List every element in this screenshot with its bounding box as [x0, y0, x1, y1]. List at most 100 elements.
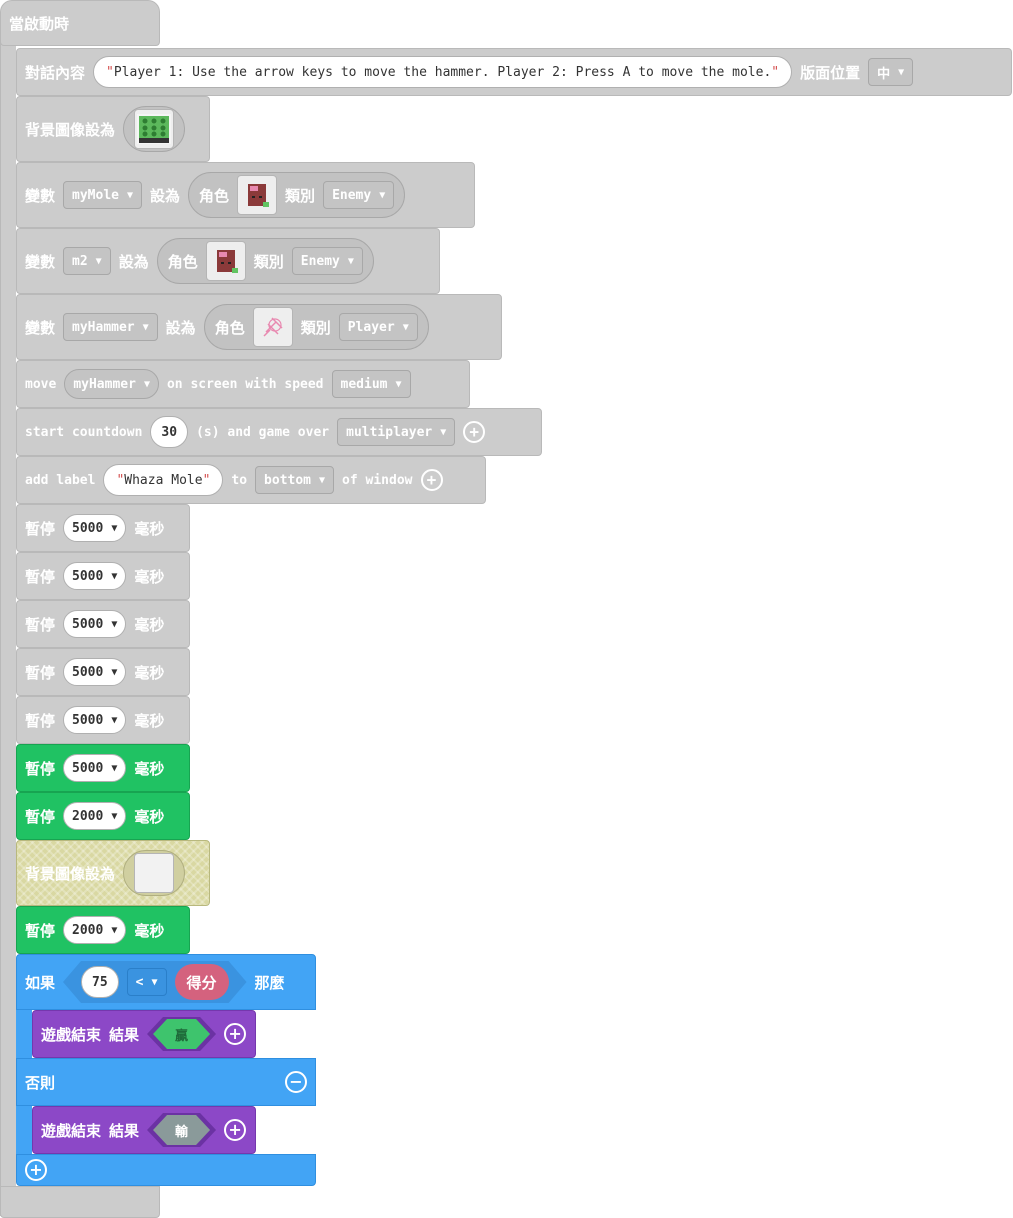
dialog-label: 對話內容	[25, 63, 86, 82]
kind-dropdown[interactable]: Player ▼	[338, 313, 418, 341]
sprite-create-pill[interactable]: 角色 類別 Enemy ▼	[188, 172, 406, 218]
sprite-thumbnail[interactable]	[252, 307, 293, 347]
move-mid-label: on screen with speed	[166, 376, 324, 392]
set-variable-myhammer-block[interactable]: 變數 myHammer ▼ 設為 角色 類別 Player ▼	[16, 294, 502, 360]
dialog-text-input[interactable]: " Player 1: Use the arrow keys to move t…	[93, 56, 793, 88]
pause-ms-value: 5000	[72, 664, 104, 680]
background-image-picker[interactable]	[123, 106, 186, 152]
kind-value: Enemy	[300, 253, 340, 269]
pause-block[interactable]: 暫停 5000 ▼ 毫秒	[16, 696, 190, 744]
pause-ms-dropdown[interactable]: 5000 ▼	[63, 754, 127, 782]
result-selector[interactable]: 贏	[147, 1017, 216, 1051]
speed-dropdown[interactable]: medium ▼	[331, 370, 411, 398]
pause-label: 暫停	[25, 711, 56, 730]
ms-unit-label: 毫秒	[134, 807, 165, 826]
sprite-thumbnail[interactable]	[205, 241, 246, 281]
pause-ms-value: 5000	[72, 616, 104, 632]
pause-ms-dropdown[interactable]: 2000 ▼	[63, 802, 127, 830]
game-over-lose-block[interactable]: 遊戲結束 結果 輸 +	[32, 1106, 256, 1154]
on-start-label: 當啟動時	[9, 14, 70, 33]
pause-block[interactable]: 暫停 5000 ▼ 毫秒	[16, 744, 190, 792]
position-label: 版面位置	[800, 63, 861, 82]
game-over-win-block[interactable]: 遊戲結束 結果 贏 +	[32, 1010, 256, 1058]
plus-icon[interactable]: +	[25, 1159, 47, 1181]
hammer-icon	[263, 317, 283, 337]
set-variable-m2-block[interactable]: 變數 m2 ▼ 設為 角色 類別 Enemy ▼	[16, 228, 440, 294]
variable-dropdown[interactable]: m2 ▼	[63, 247, 111, 275]
kind-dropdown[interactable]: Enemy ▼	[291, 247, 363, 275]
ms-unit-label: 毫秒	[134, 711, 165, 730]
pause-ms-dropdown[interactable]: 5000 ▼	[63, 562, 127, 590]
pause-ms-value: 5000	[72, 520, 104, 536]
quote-close: "	[202, 472, 211, 488]
result-selector[interactable]: 輸	[147, 1113, 216, 1147]
compare-operator-dropdown[interactable]: < ▼	[127, 968, 167, 996]
pause-block[interactable]: 暫停 5000 ▼ 毫秒	[16, 552, 190, 600]
chevron-down-icon: ▼	[111, 618, 118, 630]
if-then-block[interactable]: 如果 75 < ▼ 得分 那麼	[16, 954, 316, 1010]
sprite-label: 角色	[199, 186, 230, 205]
kind-label: 類別	[253, 252, 284, 271]
score-reporter[interactable]: 得分	[175, 964, 229, 1000]
move-label: move	[25, 376, 57, 392]
compare-condition[interactable]: 75 < ▼ 得分	[63, 961, 247, 1003]
label-position-value: bottom	[264, 472, 312, 488]
pause-ms-value: 5000	[72, 568, 104, 584]
plus-icon[interactable]: +	[224, 1023, 247, 1045]
set-label: 設為	[165, 318, 196, 337]
pause-label: 暫停	[25, 807, 56, 826]
set-background-block-disabled[interactable]: 背景圖像設為	[16, 840, 210, 906]
variable-dropdown[interactable]: myMole ▼	[63, 181, 143, 209]
plus-icon[interactable]: +	[224, 1119, 247, 1141]
grass-holes-icon	[137, 114, 172, 144]
pause-ms-dropdown[interactable]: 5000 ▼	[63, 658, 127, 686]
pause-ms-dropdown[interactable]: 2000 ▼	[63, 916, 127, 944]
label-text-input[interactable]: " Whaza Mole "	[103, 464, 224, 496]
background-image-picker[interactable]	[123, 850, 186, 896]
set-background-block[interactable]: 背景圖像設為	[16, 96, 210, 162]
move-sprite-block[interactable]: move myHammer ▼ on screen with speed medi…	[16, 360, 470, 408]
result-label: 結果	[109, 1121, 140, 1140]
sprite-create-pill[interactable]: 角色 類別 Enemy ▼	[156, 238, 374, 284]
set-label: 設為	[118, 252, 149, 271]
pause-label: 暫停	[25, 567, 56, 586]
sprite-create-pill[interactable]: 角色 類別 Player ▼	[203, 304, 429, 350]
else-block[interactable]: 否則 −	[16, 1058, 316, 1106]
variable-dropdown[interactable]: myHammer ▼	[63, 313, 158, 341]
add-label-block[interactable]: add label " Whaza Mole " to bottom ▼ of w…	[16, 456, 486, 504]
sprite-label: 角色	[167, 252, 198, 271]
plus-icon[interactable]: +	[463, 421, 486, 443]
add-label-label: add label	[25, 472, 96, 488]
ms-unit-label: 毫秒	[134, 921, 165, 940]
start-countdown-block[interactable]: start countdown 30 (s) and game over mul…	[16, 408, 542, 456]
pause-block[interactable]: 暫停 2000 ▼ 毫秒	[16, 792, 190, 840]
pause-ms-dropdown[interactable]: 5000 ▼	[63, 514, 127, 542]
plus-icon[interactable]: +	[420, 469, 443, 491]
pause-block[interactable]: 暫停 5000 ▼ 毫秒	[16, 648, 190, 696]
game-over-label: 遊戲結束	[41, 1025, 102, 1044]
pause-ms-dropdown[interactable]: 5000 ▼	[63, 610, 127, 638]
kind-dropdown[interactable]: Enemy ▼	[323, 181, 395, 209]
pause-block[interactable]: 暫停 5000 ▼ 毫秒	[16, 600, 190, 648]
on-start-hat-block[interactable]: 當啟動時	[0, 0, 160, 46]
chevron-down-icon: ▼	[142, 321, 149, 333]
dialog-block[interactable]: 對話內容 " Player 1: Use the arrow keys to m…	[16, 48, 1012, 96]
chevron-down-icon: ▼	[395, 378, 402, 390]
move-target-dropdown[interactable]: myHammer ▼	[64, 369, 159, 399]
pause-ms-dropdown[interactable]: 5000 ▼	[63, 706, 127, 734]
countdown-seconds-input[interactable]: 30	[150, 416, 189, 448]
result-win-value[interactable]: 贏	[153, 1019, 210, 1049]
pause-block[interactable]: 暫停 5000 ▼ 毫秒	[16, 504, 190, 552]
set-variable-mymole-block[interactable]: 變數 myMole ▼ 設為 角色 類別 Enemy ▼	[16, 162, 475, 228]
pause-block[interactable]: 暫停 2000 ▼ 毫秒	[16, 906, 190, 954]
position-dropdown[interactable]: 中 ▼	[868, 58, 914, 86]
compare-left-input[interactable]: 75	[81, 966, 119, 998]
label-position-dropdown[interactable]: bottom ▼	[255, 466, 335, 494]
result-lose-value[interactable]: 輸	[153, 1115, 210, 1145]
operator-value: <	[135, 974, 144, 990]
chevron-down-icon: ▼	[111, 522, 118, 534]
game-over-mode-dropdown[interactable]: multiplayer ▼	[337, 418, 456, 446]
ms-unit-label: 毫秒	[134, 663, 165, 682]
sprite-thumbnail[interactable]	[237, 175, 278, 215]
minus-icon[interactable]: −	[285, 1071, 307, 1093]
